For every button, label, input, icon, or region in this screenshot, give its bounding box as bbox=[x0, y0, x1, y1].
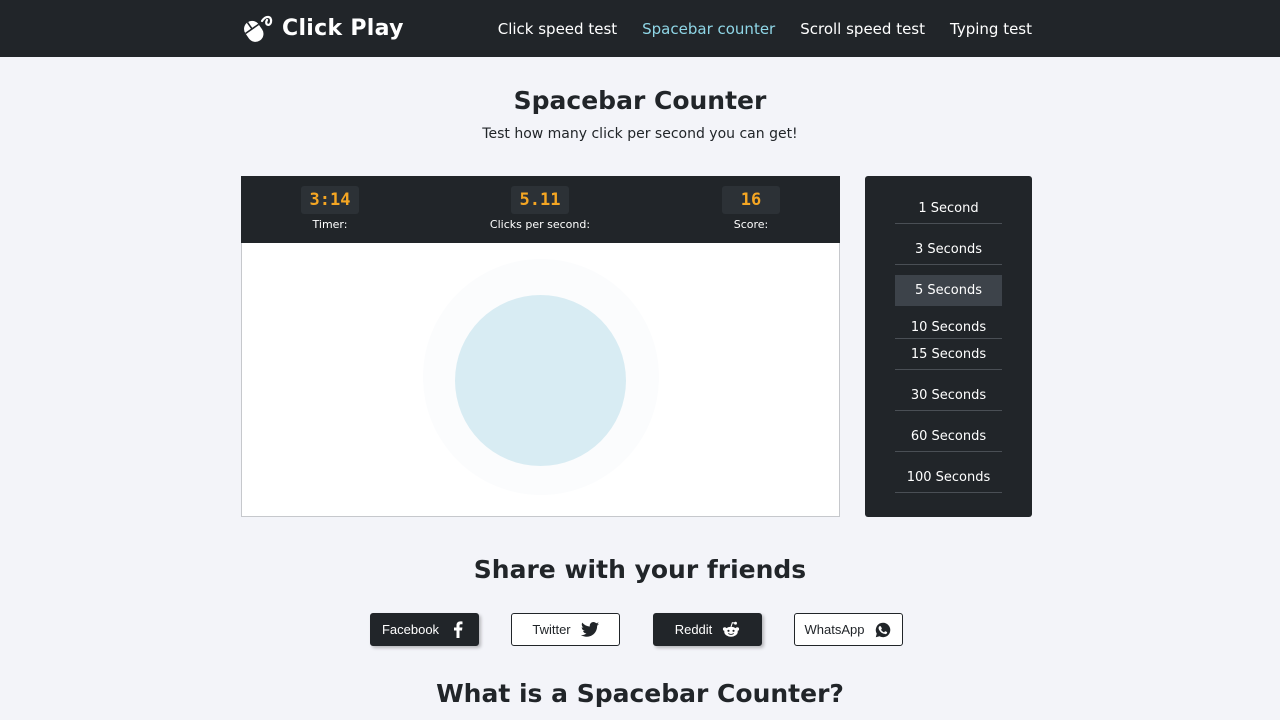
game-panel: 3:14 Timer: 5.11 Clicks per second: 16 S… bbox=[241, 176, 840, 517]
score-value: 16 bbox=[722, 186, 780, 214]
duration-option-60-seconds[interactable]: 60 Seconds bbox=[895, 421, 1002, 452]
duration-option-100-seconds[interactable]: 100 Seconds bbox=[895, 462, 1002, 493]
duration-option-10-seconds[interactable]: 10 Seconds bbox=[895, 316, 1002, 339]
share-reddit-button[interactable]: Reddit bbox=[653, 613, 762, 646]
cps-value: 5.11 bbox=[510, 186, 570, 214]
nav-link-spacebar-counter[interactable]: Spacebar counter bbox=[642, 20, 775, 38]
cps-label: Clicks per second: bbox=[489, 218, 591, 231]
reddit-icon bbox=[722, 621, 740, 639]
nav-link-scroll-speed-test[interactable]: Scroll speed test bbox=[800, 20, 925, 38]
page-subtitle: Test how many click per second you can g… bbox=[482, 126, 798, 142]
share-title: Share with your friends bbox=[473, 555, 807, 584]
play-area[interactable] bbox=[242, 243, 839, 516]
duration-list: 1 Second 3 Seconds 5 Seconds 10 Seconds … bbox=[895, 194, 1002, 493]
score-stat: 16 Score: bbox=[681, 186, 821, 231]
duration-option-5-seconds[interactable]: 5 Seconds bbox=[895, 275, 1002, 306]
stats-bar: 3:14 Timer: 5.11 Clicks per second: 16 S… bbox=[241, 176, 840, 243]
timer-value: 3:14 bbox=[300, 186, 360, 214]
brand-name: Click Play bbox=[282, 15, 404, 41]
timer-stat: 3:14 Timer: bbox=[260, 186, 400, 231]
brand-logo-link[interactable]: Click Play bbox=[240, 10, 404, 46]
score-label: Score: bbox=[733, 218, 769, 231]
whatsapp-icon bbox=[874, 621, 892, 639]
page-title: Spacebar Counter bbox=[513, 86, 767, 115]
duration-option-3-seconds[interactable]: 3 Seconds bbox=[895, 234, 1002, 265]
duration-panel: 1 Second 3 Seconds 5 Seconds 10 Seconds … bbox=[865, 176, 1032, 517]
section-heading: What is a Spacebar Counter? bbox=[436, 679, 844, 708]
share-whatsapp-button[interactable]: WhatsApp bbox=[794, 613, 903, 646]
twitter-label: Twitter bbox=[532, 622, 571, 637]
facebook-icon bbox=[449, 621, 467, 639]
nav-link-typing-test[interactable]: Typing test bbox=[950, 20, 1032, 38]
duration-option-15-seconds[interactable]: 15 Seconds bbox=[895, 339, 1002, 370]
facebook-label: Facebook bbox=[381, 622, 440, 637]
nav-links: Click speed test Spacebar counter Scroll… bbox=[473, 0, 1032, 57]
nav-link-click-speed-test[interactable]: Click speed test bbox=[498, 20, 617, 38]
top-navbar: Click Play Click speed test Spacebar cou… bbox=[0, 0, 1280, 57]
reddit-label: Reddit bbox=[674, 622, 713, 637]
timer-label: Timer: bbox=[312, 218, 348, 231]
cps-stat: 5.11 Clicks per second: bbox=[470, 186, 610, 231]
duration-option-1-second[interactable]: 1 Second bbox=[895, 194, 1002, 224]
whatsapp-label: WhatsApp bbox=[804, 622, 865, 637]
twitter-icon bbox=[580, 621, 599, 639]
duration-option-30-seconds[interactable]: 30 Seconds bbox=[895, 380, 1002, 411]
target-circle[interactable] bbox=[455, 295, 626, 466]
share-twitter-button[interactable]: Twitter bbox=[511, 613, 620, 646]
mouse-icon bbox=[240, 13, 276, 43]
share-facebook-button[interactable]: Facebook bbox=[370, 613, 479, 646]
